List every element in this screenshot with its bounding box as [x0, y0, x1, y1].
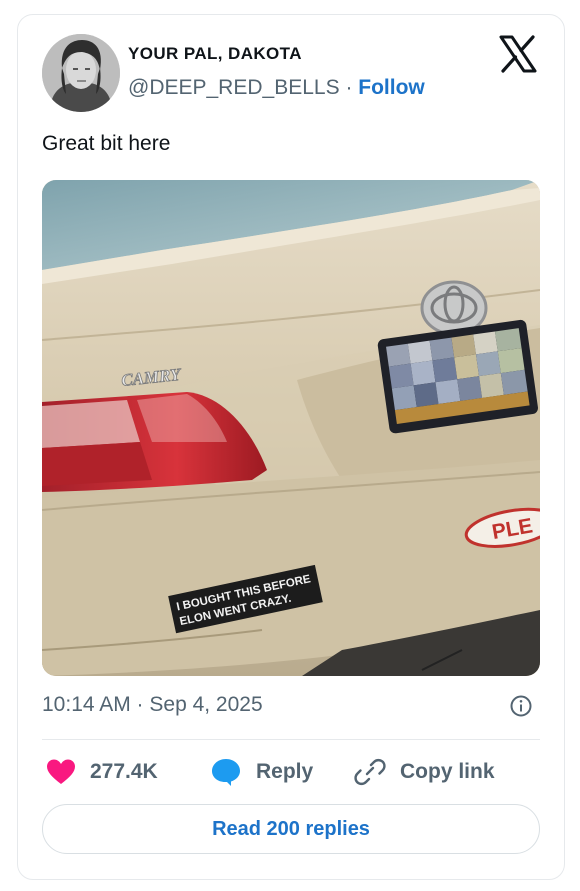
tweet-timestamp[interactable]: 10:14 AM · Sep 4, 2025	[42, 693, 263, 717]
avatar[interactable]	[42, 34, 120, 112]
read-replies-button[interactable]: Read 200 replies	[42, 804, 540, 854]
reply-label: Reply	[256, 760, 314, 783]
divider	[42, 739, 540, 740]
link-icon	[354, 758, 386, 786]
reply-button[interactable]: Reply	[210, 756, 313, 788]
reply-bubble-icon	[212, 759, 240, 786]
tweet-text: Great bit here	[42, 132, 171, 155]
avatar-image	[42, 34, 120, 112]
separator-dot: ·	[345, 76, 353, 99]
copy-link-label: Copy link	[400, 760, 495, 783]
author-display-name[interactable]: YOUR PAL, DAKOTA	[128, 44, 302, 64]
follow-button[interactable]: Follow	[358, 76, 425, 99]
tweet-photo[interactable]: CAMRY PLE I BOUGHT THIS BEFORE ELON WENT…	[42, 180, 540, 676]
info-icon[interactable]	[509, 694, 533, 718]
author-handle-row: @DEEP_RED_BELLS · Follow	[128, 76, 425, 100]
x-logo-icon[interactable]	[498, 34, 538, 74]
like-count: 277.4K	[90, 760, 158, 783]
copy-link-button[interactable]: Copy link	[354, 756, 495, 788]
heart-icon	[47, 759, 75, 784]
like-button[interactable]: 277.4K	[46, 756, 158, 788]
author-handle[interactable]: @DEEP_RED_BELLS	[128, 76, 340, 99]
